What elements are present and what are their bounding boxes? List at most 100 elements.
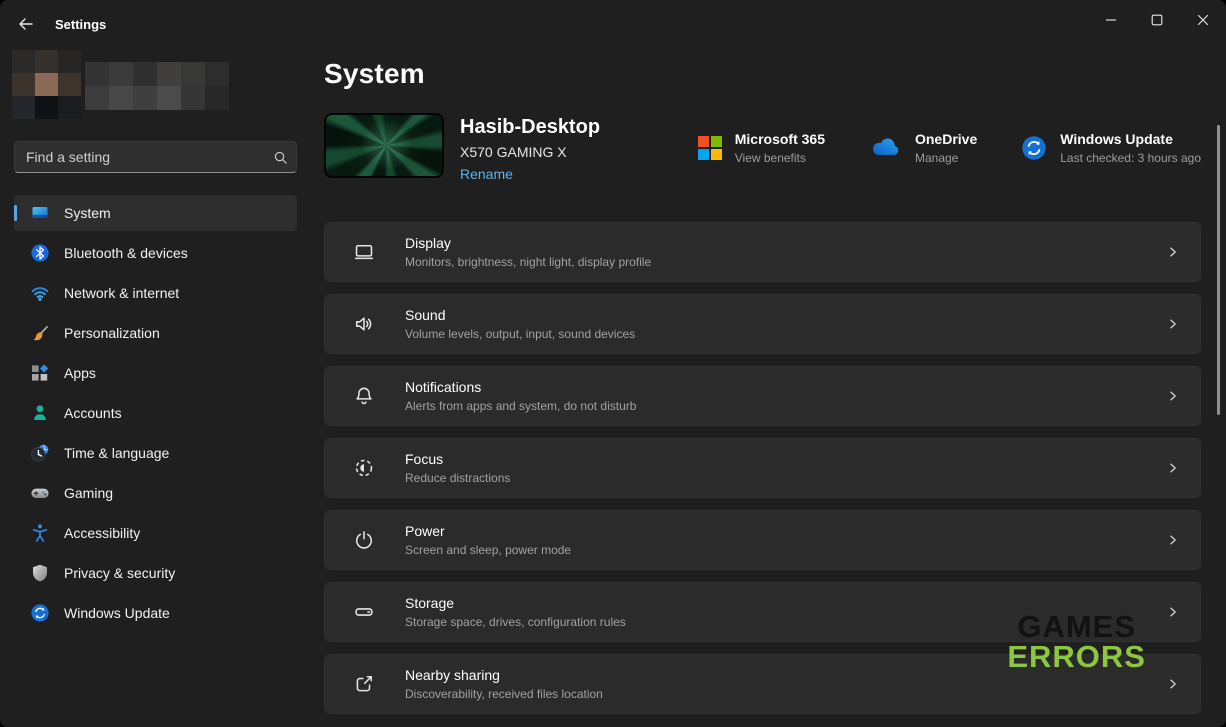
back-arrow-icon <box>17 15 35 33</box>
status-subtitle: View benefits <box>735 151 825 165</box>
power-icon <box>353 529 375 551</box>
row-title: Notifications <box>405 379 636 395</box>
maximize-icon <box>1151 14 1163 26</box>
chevron-right-icon <box>1166 245 1180 259</box>
sidebar-item-label: Accounts <box>64 405 122 421</box>
row-subtitle: Monitors, brightness, night light, displ… <box>405 255 651 269</box>
redacted-avatar <box>12 50 81 119</box>
device-wallpaper-thumbnail <box>324 113 444 178</box>
sidebar-item-accessibility[interactable]: Accessibility <box>14 515 297 551</box>
row-display[interactable]: Display Monitors, brightness, night ligh… <box>324 222 1201 282</box>
paintbrush-icon <box>30 323 50 343</box>
sidebar-item-windows-update[interactable]: Windows Update <box>14 595 297 631</box>
sidebar-item-bluetooth-devices[interactable]: Bluetooth & devices <box>14 235 297 271</box>
status-microsoft-365[interactable]: Microsoft 365 View benefits <box>698 131 825 165</box>
display-icon <box>353 241 375 263</box>
row-storage[interactable]: Storage Storage space, drives, configura… <box>324 582 1201 642</box>
microsoft-logo-icon <box>698 136 722 160</box>
rename-link[interactable]: Rename <box>460 166 513 182</box>
row-subtitle: Alerts from apps and system, do not dist… <box>405 399 636 413</box>
clock-globe-icon <box>30 443 50 463</box>
status-subtitle: Last checked: 3 hours ago <box>1060 151 1201 165</box>
row-power[interactable]: Power Screen and sleep, power mode <box>324 510 1201 570</box>
sidebar-item-apps[interactable]: Apps <box>14 355 297 391</box>
sidebar-item-label: Network & internet <box>64 285 179 301</box>
sidebar-item-label: Personalization <box>64 325 160 341</box>
row-subtitle: Screen and sleep, power mode <box>405 543 571 557</box>
gamepad-icon <box>30 483 50 503</box>
row-title: Nearby sharing <box>405 667 603 683</box>
row-subtitle: Storage space, drives, configuration rul… <box>405 615 626 629</box>
windows-update-icon <box>30 603 50 623</box>
onedrive-cloud-icon <box>869 137 902 159</box>
sidebar-item-network-internet[interactable]: Network & internet <box>14 275 297 311</box>
row-subtitle: Reduce distractions <box>405 471 510 485</box>
device-model: X570 GAMING X <box>460 144 600 160</box>
row-nearby-sharing[interactable]: Nearby sharing Discoverability, received… <box>324 654 1201 714</box>
search-box[interactable] <box>14 141 297 173</box>
device-header: Hasib-Desktop X570 GAMING X Rename Micro… <box>324 113 1201 184</box>
row-subtitle: Discoverability, received files location <box>405 687 603 701</box>
sidebar-item-label: Privacy & security <box>64 565 175 581</box>
row-title: Focus <box>405 451 510 467</box>
status-subtitle: Manage <box>915 151 977 165</box>
accounts-person-icon <box>30 403 50 423</box>
status-onedrive[interactable]: OneDrive Manage <box>869 131 977 165</box>
scrollbar[interactable] <box>1217 125 1220 415</box>
selected-indicator <box>14 205 17 221</box>
sidebar-item-personalization[interactable]: Personalization <box>14 315 297 351</box>
row-title: Power <box>405 523 571 539</box>
page-title: System <box>324 58 1201 90</box>
row-subtitle: Volume levels, output, input, sound devi… <box>405 327 635 341</box>
shield-icon <box>30 563 50 583</box>
chevron-right-icon <box>1166 605 1180 619</box>
row-title: Sound <box>405 307 635 323</box>
storage-drive-icon <box>353 601 375 623</box>
chevron-right-icon <box>1166 317 1180 331</box>
sidebar-item-system[interactable]: System <box>14 195 297 231</box>
minimize-button[interactable] <box>1088 0 1134 40</box>
row-sound[interactable]: Sound Volume levels, output, input, soun… <box>324 294 1201 354</box>
search-input[interactable] <box>26 149 273 165</box>
row-focus[interactable]: Focus Reduce distractions <box>324 438 1201 498</box>
settings-window: Settings <box>0 0 1226 727</box>
maximize-button[interactable] <box>1134 0 1180 40</box>
speaker-icon <box>353 313 375 335</box>
sidebar-item-gaming[interactable]: Gaming <box>14 475 297 511</box>
row-notifications[interactable]: Notifications Alerts from apps and syste… <box>324 366 1201 426</box>
sidebar-item-label: Gaming <box>64 485 113 501</box>
close-button[interactable] <box>1180 0 1226 40</box>
sidebar-item-label: Accessibility <box>64 525 140 541</box>
main-content: System Hasib-Desktop X570 GAMING X Renam… <box>310 48 1226 727</box>
sidebar-item-time-language[interactable]: Time & language <box>14 435 297 471</box>
device-name: Hasib-Desktop <box>460 116 600 139</box>
sidebar-item-label: Apps <box>64 365 96 381</box>
status-title: Microsoft 365 <box>735 131 825 147</box>
sidebar-item-label: System <box>64 205 111 221</box>
bell-icon <box>353 385 375 407</box>
sidebar-item-label: Bluetooth & devices <box>64 245 188 261</box>
back-button[interactable] <box>8 7 44 41</box>
sidebar-item-accounts[interactable]: Accounts <box>14 395 297 431</box>
sidebar-item-label: Windows Update <box>64 605 170 621</box>
accessibility-person-icon <box>30 523 50 543</box>
search-icon <box>273 150 288 165</box>
status-title: OneDrive <box>915 131 977 147</box>
share-icon <box>353 673 375 695</box>
sidebar-item-privacy-security[interactable]: Privacy & security <box>14 555 297 591</box>
wifi-icon <box>30 283 50 303</box>
row-title: Display <box>405 235 651 251</box>
status-title: Windows Update <box>1060 131 1201 147</box>
settings-list: Display Monitors, brightness, night ligh… <box>324 222 1201 714</box>
status-windows-update[interactable]: Windows Update Last checked: 3 hours ago <box>1021 131 1201 165</box>
window-controls <box>1088 0 1226 40</box>
sidebar-nav: System Bluetooth & devices Network & int… <box>14 195 297 635</box>
chevron-right-icon <box>1166 533 1180 547</box>
sidebar: System Bluetooth & devices Network & int… <box>0 48 310 727</box>
chevron-right-icon <box>1166 677 1180 691</box>
minimize-icon <box>1105 14 1117 26</box>
row-title: Storage <box>405 595 626 611</box>
titlebar: Settings <box>0 0 1226 48</box>
redacted-account-name <box>85 62 229 110</box>
windows-update-status-icon <box>1021 135 1047 161</box>
